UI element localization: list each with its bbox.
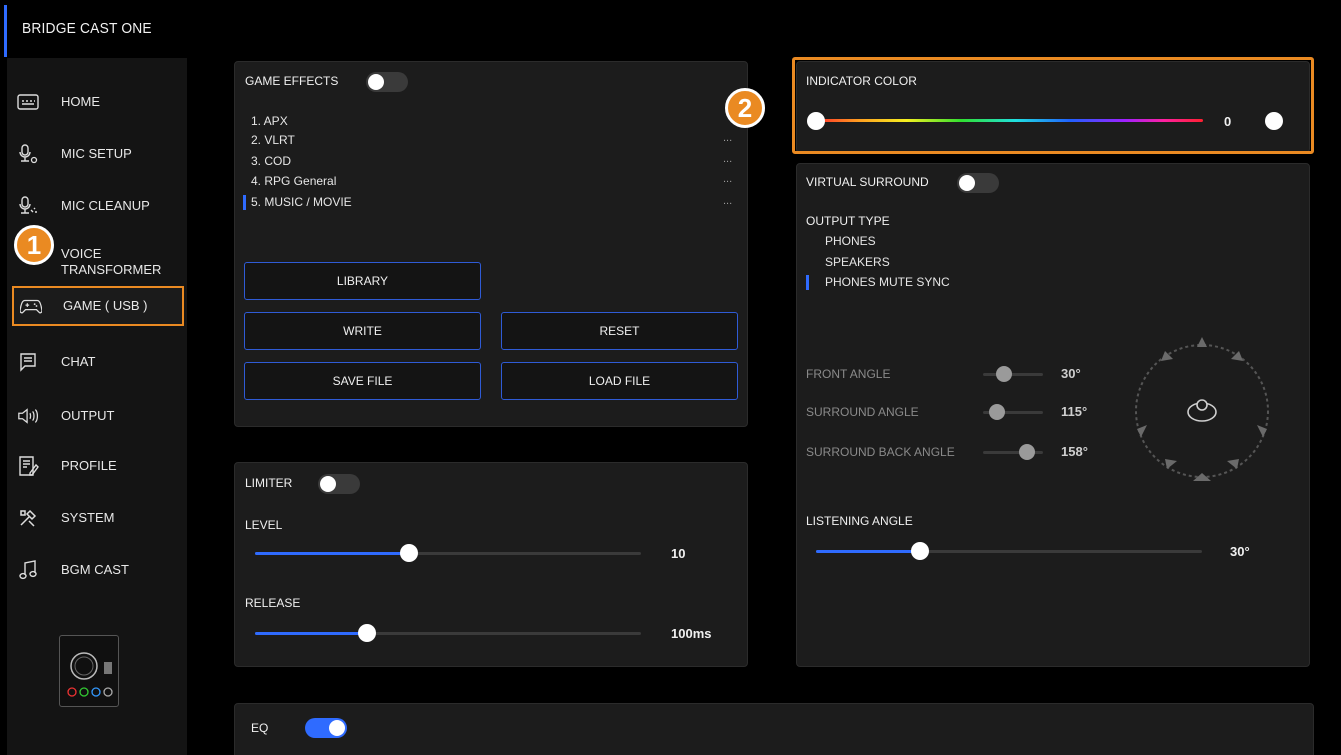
game-effects-toggle[interactable] bbox=[366, 72, 408, 92]
sidebar-item-label: HOME bbox=[61, 94, 100, 109]
load-file-button[interactable]: LOAD FILE bbox=[501, 362, 738, 400]
output-type-phones-mute-sync[interactable]: PHONES MUTE SYNC bbox=[825, 275, 950, 289]
sidebar-item-chat[interactable]: CHAT bbox=[7, 342, 187, 382]
level-label: LEVEL bbox=[245, 518, 283, 532]
library-button[interactable]: LIBRARY bbox=[244, 262, 481, 300]
listening-angle-slider-fill bbox=[816, 550, 920, 553]
title-accent-bar bbox=[4, 5, 7, 57]
sidebar-item-label: CHAT bbox=[61, 354, 96, 369]
surround-angle-knob[interactable] bbox=[989, 404, 1005, 420]
sidebar-item-label: VOICE TRANSFORMER bbox=[61, 246, 161, 278]
surround-back-angle-knob[interactable] bbox=[1019, 444, 1035, 460]
limiter-title: LIMITER bbox=[245, 476, 293, 490]
sidebar-item-label: OUTPUT bbox=[61, 408, 115, 423]
sidebar-item-label: GAME ( USB ) bbox=[63, 298, 148, 313]
release-label: RELEASE bbox=[245, 596, 301, 610]
sidebar-item-label: MIC CLEANUP bbox=[61, 198, 150, 213]
mic-settings-icon bbox=[17, 143, 39, 165]
eq-toggle[interactable] bbox=[305, 718, 347, 738]
sidebar-item-mic-setup[interactable]: MIC SETUP bbox=[7, 134, 187, 174]
level-slider-knob[interactable] bbox=[400, 544, 418, 562]
front-angle-slider[interactable] bbox=[983, 373, 1043, 376]
surround-back-angle-value: 158° bbox=[1061, 444, 1088, 459]
label-line-1: VOICE bbox=[61, 246, 102, 261]
app-title: BRIDGE CAST ONE bbox=[22, 20, 152, 37]
callout-marker-1: 1 bbox=[14, 225, 54, 265]
listening-angle-value: 30° bbox=[1230, 544, 1250, 559]
selected-indicator bbox=[806, 275, 809, 290]
tools-icon bbox=[17, 507, 39, 529]
surround-back-angle-label: SURROUND BACK ANGLE bbox=[806, 445, 955, 459]
toggle-knob bbox=[329, 720, 345, 736]
preset-item-1[interactable]: 1. APX bbox=[251, 114, 288, 128]
virtual-surround-panel: VIRTUAL SURROUND OUTPUT TYPE PHONES SPEA… bbox=[796, 163, 1310, 667]
game-effects-title: GAME EFFECTS bbox=[245, 74, 339, 88]
release-slider-fill bbox=[255, 632, 367, 635]
preset-menu-dots[interactable]: ... bbox=[723, 195, 732, 207]
front-angle-knob[interactable] bbox=[996, 366, 1012, 382]
listening-angle-label: LISTENING ANGLE bbox=[806, 514, 913, 528]
write-button[interactable]: WRITE bbox=[244, 312, 481, 350]
keyboard-icon bbox=[17, 91, 39, 113]
speaker-icon bbox=[17, 405, 39, 427]
toggle-knob bbox=[320, 476, 336, 492]
toggle-knob bbox=[368, 74, 384, 90]
sidebar: HOME MIC SETUP MIC CLEANUP VOICE TRANSFOR… bbox=[7, 58, 187, 755]
sidebar-item-game-usb[interactable]: GAME ( USB ) bbox=[12, 286, 184, 326]
preset-item-2[interactable]: 2. VLRT bbox=[251, 133, 295, 147]
reset-button[interactable]: RESET bbox=[501, 312, 738, 350]
output-type-phones[interactable]: PHONES bbox=[825, 234, 876, 248]
game-effects-panel: GAME EFFECTS 1. APX 2. VLRT ... 3. COD .… bbox=[234, 61, 748, 427]
level-slider-fill bbox=[255, 552, 409, 555]
sidebar-item-mic-cleanup[interactable]: MIC CLEANUP bbox=[7, 186, 187, 226]
surround-angle-label: SURROUND ANGLE bbox=[806, 405, 919, 419]
virtual-surround-title: VIRTUAL SURROUND bbox=[806, 175, 929, 189]
sidebar-item-output[interactable]: OUTPUT bbox=[7, 396, 187, 436]
chat-icon bbox=[17, 351, 39, 373]
preset-menu-dots[interactable]: ... bbox=[723, 173, 732, 185]
sidebar-item-system[interactable]: SYSTEM bbox=[7, 498, 187, 538]
sidebar-item-profile[interactable]: PROFILE bbox=[7, 446, 187, 486]
gamepad-icon bbox=[20, 295, 42, 317]
sidebar-item-label: MIC SETUP bbox=[61, 146, 132, 161]
sidebar-item-bgm-cast[interactable]: BGM CAST bbox=[7, 550, 187, 590]
mic-cleanup-icon bbox=[17, 195, 39, 217]
save-file-button[interactable]: SAVE FILE bbox=[244, 362, 481, 400]
toggle-knob bbox=[959, 175, 975, 191]
label-line-2: TRANSFORMER bbox=[61, 262, 162, 277]
front-angle-label: FRONT ANGLE bbox=[806, 367, 891, 381]
preset-menu-dots[interactable]: ... bbox=[723, 132, 732, 144]
sidebar-item-label: BGM CAST bbox=[61, 562, 129, 577]
selected-indicator bbox=[243, 195, 246, 210]
sidebar-item-home[interactable]: HOME bbox=[7, 82, 187, 122]
output-type-speakers[interactable]: SPEAKERS bbox=[825, 255, 890, 269]
output-type-label: OUTPUT TYPE bbox=[806, 214, 890, 228]
front-angle-value: 30° bbox=[1061, 366, 1081, 381]
level-value: 10 bbox=[671, 546, 686, 561]
eq-title: EQ bbox=[251, 721, 269, 735]
surround-angle-value: 115° bbox=[1061, 404, 1088, 419]
sidebar-item-label: SYSTEM bbox=[61, 510, 115, 525]
surround-speaker-diagram bbox=[1135, 337, 1269, 481]
music-note-icon bbox=[17, 559, 39, 581]
indicator-color-highlight bbox=[792, 57, 1314, 154]
title-bar: BRIDGE CAST ONE bbox=[0, 0, 1341, 58]
release-value: 100ms bbox=[671, 626, 712, 641]
limiter-toggle[interactable] bbox=[318, 474, 360, 494]
device-thumbnail bbox=[59, 635, 119, 707]
listening-angle-slider-knob[interactable] bbox=[911, 542, 929, 560]
sidebar-item-label: PROFILE bbox=[61, 458, 117, 473]
callout-marker-2: 2 bbox=[725, 88, 765, 128]
preset-item-4[interactable]: 4. RPG General bbox=[251, 174, 336, 188]
preset-menu-dots[interactable]: ... bbox=[723, 153, 732, 165]
profile-icon bbox=[17, 455, 39, 477]
preset-item-5[interactable]: 5. MUSIC / MOVIE bbox=[251, 195, 352, 209]
virtual-surround-toggle[interactable] bbox=[957, 173, 999, 193]
preset-item-3[interactable]: 3. COD bbox=[251, 154, 291, 168]
limiter-panel: LIMITER LEVEL 10 RELEASE 100ms bbox=[234, 462, 748, 667]
release-slider-knob[interactable] bbox=[358, 624, 376, 642]
eq-panel: EQ bbox=[234, 703, 1314, 755]
